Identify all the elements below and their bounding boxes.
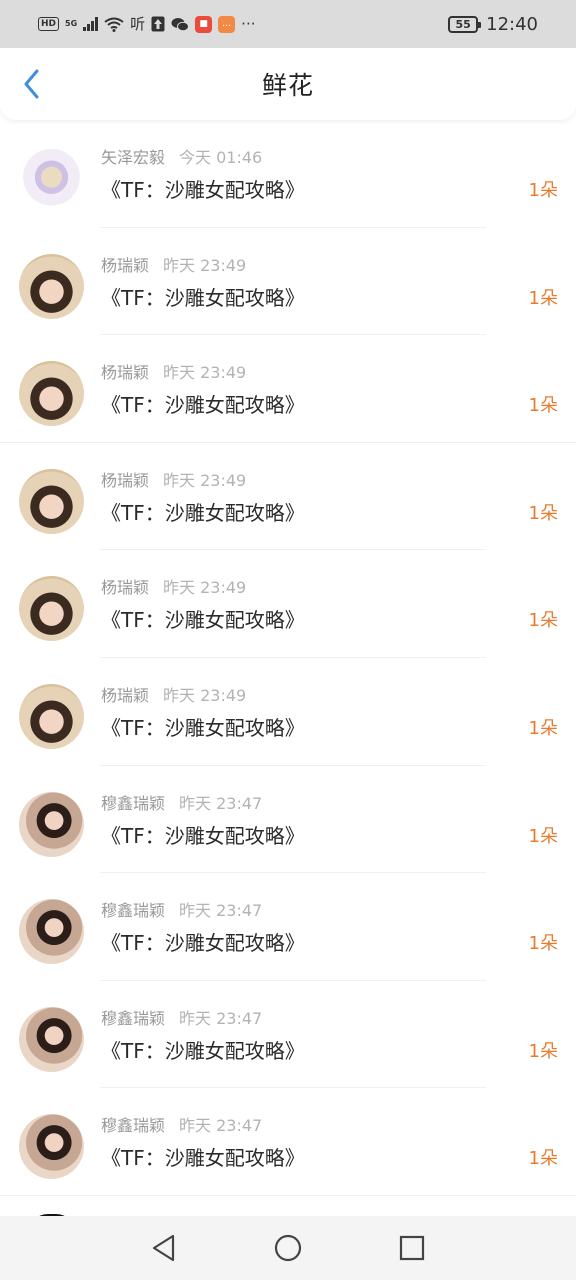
system-nav-bar <box>0 1216 576 1280</box>
avatar[interactable] <box>19 576 84 642</box>
back-button[interactable] <box>18 69 46 99</box>
send-time: 昨天 23:47 <box>179 793 263 813</box>
sender-name-line: 杨瑞颖 昨天 23:49 <box>101 574 246 598</box>
list-item[interactable]: 杨瑞颖 昨天 23:49 《TF：沙雕女配攻略》 1朵 <box>0 443 576 551</box>
sender-name-line: 穆鑫瑞颖 昨天 23:47 <box>101 1005 262 1029</box>
list-item[interactable]: 穆鑫瑞颖 昨天 23:47 《TF：沙雕女配攻略》 1朵 <box>0 981 576 1089</box>
network-label: 5G <box>65 19 78 28</box>
app-header: 鲜花 <box>0 48 576 120</box>
flower-count: 1朵 <box>528 502 558 524</box>
send-time: 今天 01:46 <box>179 148 263 167</box>
book-title: 《TF：沙雕女配攻略》 <box>101 715 305 740</box>
sender-name-line: 杨瑞颖 昨天 23:49 <box>101 682 246 706</box>
status-left: HD 5G 听 ■ … ··· <box>38 15 256 33</box>
flower-count: 1朵 <box>528 610 558 632</box>
sender-name: 穆鑫瑞颖 <box>101 1008 166 1028</box>
sender-name-line: 穆鑫瑞颖 昨天 23:47 <box>101 790 262 814</box>
send-time: 昨天 23:47 <box>179 1116 263 1136</box>
chevron-left-icon <box>24 69 39 99</box>
flower-list: 矢泽宏毅 今天 01:46 《TF：沙雕女配攻略》 1朵 杨瑞颖 昨天 23:49 … <box>0 120 576 1196</box>
sender-name: 杨瑞颖 <box>101 578 150 598</box>
avatar[interactable] <box>19 683 84 749</box>
flower-count: 1朵 <box>528 1148 558 1170</box>
send-time: 昨天 23:47 <box>179 1008 263 1028</box>
send-time: 昨天 23:49 <box>163 363 247 383</box>
sender-name: 杨瑞颖 <box>101 685 150 705</box>
flower-count: 1朵 <box>528 395 558 417</box>
sender-name-line: 杨瑞颖 昨天 23:49 <box>101 359 246 383</box>
flower-count: 1朵 <box>528 933 558 955</box>
avatar[interactable] <box>19 1006 84 1072</box>
sender-name: 矢泽宏毅 <box>101 148 166 167</box>
signal-icon <box>83 17 99 31</box>
book-title: 《TF：沙雕女配攻略》 <box>101 1038 305 1063</box>
book-title: 《TF：沙雕女配攻略》 <box>101 178 305 202</box>
send-time: 昨天 23:49 <box>163 578 247 598</box>
nav-home-button[interactable] <box>266 1226 310 1270</box>
list-item[interactable]: 穆鑫瑞颖 昨天 23:47 《TF：沙雕女配攻略》 1朵 <box>0 873 576 981</box>
message-icon: … <box>218 15 236 33</box>
list-item[interactable]: 杨瑞颖 昨天 23:49 《TF：沙雕女配攻略》 1朵 <box>0 550 576 658</box>
list-item[interactable]: 杨瑞颖 昨天 23:49 《TF：沙雕女配攻略》 1朵 <box>0 658 576 766</box>
list-item[interactable]: 杨瑞颖 昨天 23:49 《TF：沙雕女配攻略》 1朵 <box>0 335 576 443</box>
avatar[interactable] <box>19 899 84 965</box>
nav-back-button[interactable] <box>142 1226 186 1270</box>
screen: HD 5G 听 ■ … ··· 55 12:40 鲜花 矢泽宏毅 今天 01:4… <box>0 0 576 1280</box>
book-title: 《TF：沙雕女配攻略》 <box>101 500 305 525</box>
battery-icon: 55 <box>448 15 482 33</box>
sender-name-line: 穆鑫瑞颖 昨天 23:47 <box>101 1112 262 1136</box>
nav-recents-button[interactable] <box>390 1226 434 1270</box>
flower-count: 1朵 <box>528 1040 558 1062</box>
sender-name: 杨瑞颖 <box>101 470 150 490</box>
status-bar: HD 5G 听 ■ … ··· 55 12:40 <box>0 0 576 48</box>
upload-icon <box>151 16 165 32</box>
avatar[interactable] <box>19 253 84 319</box>
speaker-glyph: 听 <box>130 15 146 33</box>
sender-name: 穆鑫瑞颖 <box>101 1116 166 1136</box>
list-item[interactable]: 杨瑞颖 昨天 23:49 《TF：沙雕女配攻略》 1朵 <box>0 228 576 336</box>
flower-count: 1朵 <box>528 180 558 201</box>
flower-count: 1朵 <box>528 825 558 847</box>
sender-name: 穆鑫瑞颖 <box>101 793 166 813</box>
more-indicator: ··· <box>241 15 256 33</box>
avatar[interactable] <box>19 146 84 211</box>
page-title: 鲜花 <box>261 71 314 100</box>
book-title: 《TF：沙雕女配攻略》 <box>101 608 305 633</box>
book-title: 《TF：沙雕女配攻略》 <box>101 393 305 418</box>
home-circle-icon <box>274 1234 302 1262</box>
sender-name-line: 杨瑞颖 昨天 23:49 <box>101 467 246 491</box>
sender-name-line: 穆鑫瑞颖 昨天 23:47 <box>101 897 262 921</box>
list-item[interactable]: 穆鑫瑞颖 昨天 23:47 《TF：沙雕女配攻略》 1朵 <box>0 1088 576 1196</box>
wifi-icon <box>104 17 124 32</box>
list-item[interactable]: 矢泽宏毅 今天 01:46 《TF：沙雕女配攻略》 1朵 <box>0 120 576 228</box>
avatar[interactable] <box>19 791 84 857</box>
flower-count: 1朵 <box>528 717 558 739</box>
back-triangle-icon <box>152 1234 175 1262</box>
book-title: 《TF：沙雕女配攻略》 <box>101 823 305 848</box>
book-title: 《TF：沙雕女配攻略》 <box>101 285 305 310</box>
avatar[interactable] <box>19 1114 84 1180</box>
send-time: 昨天 23:49 <box>163 685 247 705</box>
divider <box>0 1194 576 1196</box>
sender-name: 杨瑞颖 <box>101 255 150 275</box>
hd-badge: HD <box>38 17 60 31</box>
recents-square-icon <box>399 1235 425 1261</box>
status-right: 55 12:40 <box>448 14 538 35</box>
avatar[interactable] <box>19 468 84 534</box>
sender-name-line: 矢泽宏毅 今天 01:46 <box>101 144 262 168</box>
list-item[interactable]: 穆鑫瑞颖 昨天 23:47 《TF：沙雕女配攻略》 1朵 <box>0 766 576 874</box>
app-notification-icon: ■ <box>195 15 213 33</box>
sender-name: 穆鑫瑞颖 <box>101 901 166 921</box>
sender-name: 杨瑞颖 <box>101 363 150 383</box>
book-title: 《TF：沙雕女配攻略》 <box>101 931 305 956</box>
sender-name-line: 杨瑞颖 昨天 23:49 <box>101 252 246 276</box>
flower-count: 1朵 <box>528 287 558 309</box>
wechat-icon <box>171 17 190 31</box>
send-time: 昨天 23:47 <box>179 901 263 921</box>
status-time: 12:40 <box>486 13 538 35</box>
avatar[interactable] <box>19 361 84 427</box>
send-time: 昨天 23:49 <box>163 470 247 490</box>
book-title: 《TF：沙雕女配攻略》 <box>101 1146 305 1171</box>
send-time: 昨天 23:49 <box>163 255 247 275</box>
